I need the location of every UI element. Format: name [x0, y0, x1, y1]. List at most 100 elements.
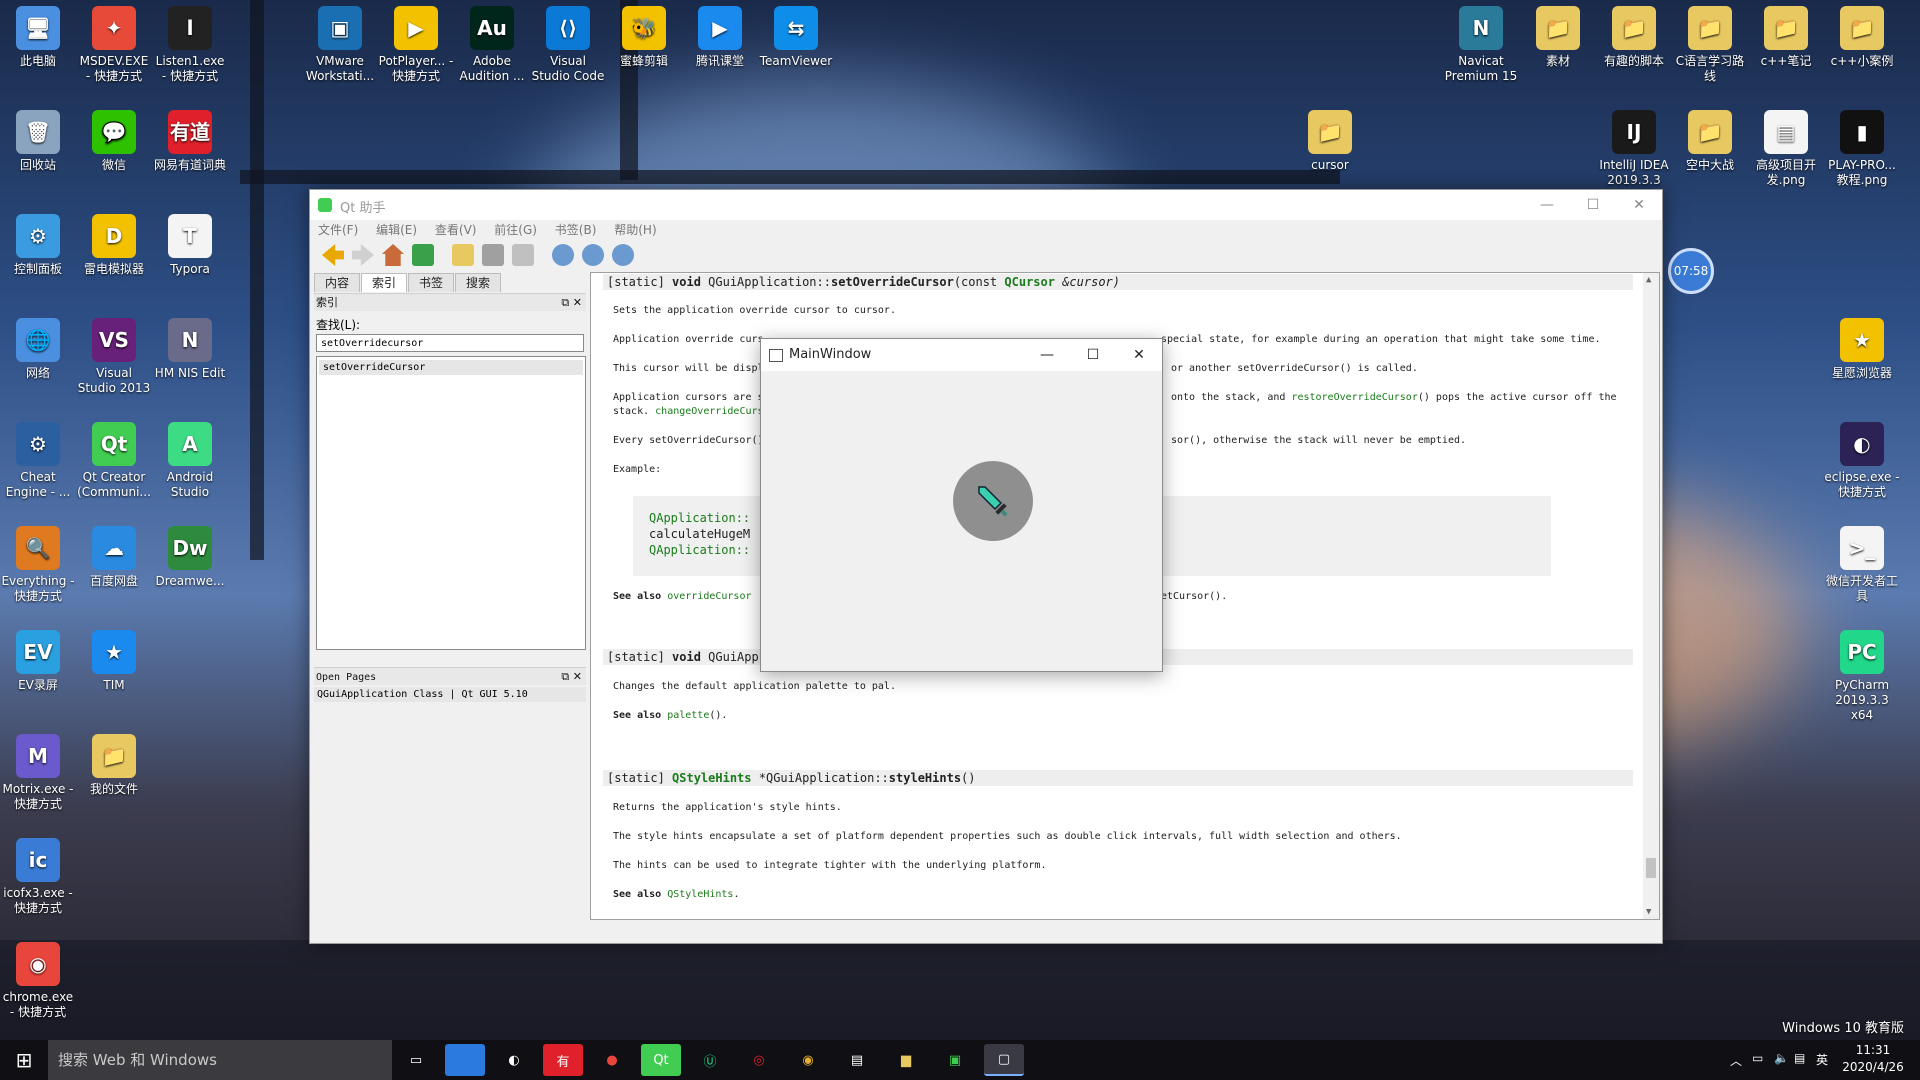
- desktop-icon[interactable]: 📁 c++笔记: [1748, 6, 1824, 69]
- network-icon[interactable]: ▭: [1752, 1051, 1763, 1065]
- task-view-icon[interactable]: ▭: [396, 1044, 436, 1076]
- desktop-icon[interactable]: ic icofx3.exe - 快捷方式: [0, 838, 76, 916]
- desktop-icon[interactable]: 📁 C语言学习路线: [1672, 6, 1748, 84]
- desktop-icon[interactable]: ◐ eclipse.exe - 快捷方式: [1824, 422, 1900, 500]
- desktop-icon[interactable]: VS Visual Studio 2013: [76, 318, 152, 396]
- desktop-icon[interactable]: PC PyCharm 2019.3.3 x64: [1824, 630, 1900, 723]
- menu-edit[interactable]: 编辑(E): [376, 220, 417, 240]
- taskbar-qt-assistant-icon[interactable]: ▣: [935, 1044, 975, 1076]
- desktop-icon[interactable]: EV EV录屏: [0, 630, 76, 693]
- desktop-icon[interactable]: M Motrix.exe - 快捷方式: [0, 734, 76, 812]
- qt-title-bar[interactable]: Qt 助手 — ☐ ✕: [310, 190, 1662, 220]
- desktop-icon[interactable]: ▮ PLAY-PRO... 教程.png: [1824, 110, 1900, 188]
- desktop-icon[interactable]: 💬 微信: [76, 110, 152, 173]
- change-override-cursor-link[interactable]: changeOverrideCurs: [655, 406, 763, 417]
- taskbar-file-explorer-icon[interactable]: ▆: [886, 1044, 926, 1076]
- find-icon[interactable]: [512, 244, 534, 266]
- taskbar-app-icon[interactable]: ◐: [494, 1044, 534, 1076]
- cursor-preview[interactable]: [953, 461, 1033, 541]
- list-item[interactable]: setOverrideCursor: [319, 360, 583, 375]
- minimize-button[interactable]: —: [1024, 339, 1070, 371]
- menu-help[interactable]: 帮助(H): [614, 220, 656, 240]
- desktop-icon[interactable]: ⚙ Cheat Engine - ...: [0, 422, 76, 500]
- restore-override-cursor-link[interactable]: restoreOverrideCursor: [1291, 392, 1417, 403]
- tab-search[interactable]: 搜索: [455, 273, 502, 292]
- desktop-icon[interactable]: 📁 我的文件: [76, 734, 152, 797]
- desktop-icon[interactable]: Dw Dreamwe...: [152, 526, 228, 589]
- main-window-title-bar[interactable]: MainWindow — ☐ ✕: [761, 339, 1162, 371]
- desktop-icon[interactable]: N Navicat Premium 15: [1443, 6, 1519, 84]
- input-language[interactable]: 英: [1816, 1051, 1828, 1068]
- start-button[interactable]: ⊞: [0, 1040, 48, 1080]
- scroll-up-icon[interactable]: ▲: [1646, 275, 1651, 285]
- minimize-button[interactable]: —: [1524, 190, 1570, 220]
- desktop-icon[interactable]: ✦ MSDEV.EXE - 快捷方式: [76, 6, 152, 84]
- menu-go[interactable]: 前往(G): [494, 220, 537, 240]
- type-link[interactable]: QCursor: [1004, 275, 1055, 289]
- menu-file[interactable]: 文件(F): [318, 220, 358, 240]
- taskbar-app-icon[interactable]: Ⓤ: [690, 1044, 730, 1076]
- print-icon[interactable]: [482, 244, 504, 266]
- home-icon[interactable]: [382, 244, 404, 266]
- sync-icon[interactable]: [412, 244, 434, 266]
- back-icon[interactable]: [322, 244, 344, 266]
- desktop-icon[interactable]: 🐝 蜜蜂剪辑: [606, 6, 682, 69]
- desktop-icon[interactable]: 🌐 网络: [0, 318, 76, 381]
- maximize-button[interactable]: ☐: [1570, 190, 1616, 220]
- forward-icon[interactable]: [352, 244, 374, 266]
- desktop-icon[interactable]: ⟨⟩ Visual Studio Code: [530, 6, 606, 84]
- desktop-icon[interactable]: ▤ 高级项目开发.png: [1748, 110, 1824, 188]
- clock[interactable]: 11:31 2020/4/26: [1838, 1042, 1908, 1076]
- index-search-input[interactable]: setOverridecursor: [316, 334, 584, 352]
- timer-badge[interactable]: 07:58: [1668, 248, 1714, 294]
- close-button[interactable]: ✕: [1116, 339, 1162, 371]
- menu-view[interactable]: 查看(V): [435, 220, 477, 240]
- volume-icon[interactable]: 🔈: [1774, 1051, 1789, 1065]
- desktop-icon[interactable]: ★ TIM: [76, 630, 152, 693]
- scrollbar-thumb[interactable]: [1646, 858, 1656, 878]
- desktop-icon[interactable]: >_ 微信开发者工具: [1824, 526, 1900, 604]
- taskbar-app-icon[interactable]: [445, 1044, 485, 1076]
- taskbar-netease-music-icon[interactable]: ◎: [739, 1044, 779, 1076]
- type-link[interactable]: QStyleHints: [672, 771, 751, 785]
- notification-icon[interactable]: ▤: [1794, 1051, 1805, 1065]
- palette-link[interactable]: palette: [667, 710, 709, 721]
- desktop-icon[interactable]: ⚙ 控制面板: [0, 214, 76, 277]
- desktop-icon[interactable]: 有道 网易有道词典: [152, 110, 228, 173]
- desktop-icon[interactable]: ▣ VMware Workstati...: [302, 6, 378, 84]
- style-hints-link[interactable]: QStyleHints: [667, 889, 733, 900]
- desktop-icon[interactable]: 🖥 此电脑: [0, 6, 76, 69]
- taskbar-qt-creator-icon[interactable]: Qt: [641, 1044, 681, 1076]
- desktop-icon[interactable]: 🔍 Everything - 快捷方式: [0, 526, 76, 604]
- vertical-scrollbar[interactable]: ▲ ▼: [1643, 273, 1659, 919]
- desktop-icon[interactable]: 📁 c++小案例: [1824, 6, 1900, 69]
- tab-contents[interactable]: 内容: [314, 273, 361, 292]
- close-button[interactable]: ✕: [1616, 190, 1662, 220]
- desktop-icon[interactable]: D 雷电模拟器: [76, 214, 152, 277]
- override-cursor-link[interactable]: overrideCursor: [667, 591, 751, 602]
- scroll-down-icon[interactable]: ▼: [1646, 907, 1651, 917]
- desktop-icon[interactable]: ⇆ TeamViewer: [758, 6, 834, 69]
- taskbar-search-input[interactable]: 搜索 Web 和 Windows: [48, 1040, 392, 1080]
- desktop-icon[interactable]: N HM NIS Edit: [152, 318, 228, 381]
- desktop-icon[interactable]: 🗑 回收站: [0, 110, 76, 173]
- desktop-icon[interactable]: T Typora: [152, 214, 228, 277]
- desktop-icon[interactable]: 📁 空中大战: [1672, 110, 1748, 173]
- desktop-icon[interactable]: ◉ chrome.exe - 快捷方式: [0, 942, 76, 1020]
- zoom-out-icon[interactable]: [582, 244, 604, 266]
- desktop-icon[interactable]: 📁 cursor: [1292, 110, 1368, 173]
- desktop-icon[interactable]: ▶ 腾讯课堂: [682, 6, 758, 69]
- menu-bookmarks[interactable]: 书签(B): [555, 220, 597, 240]
- desktop-icon[interactable]: A Android Studio: [152, 422, 228, 500]
- copy-icon[interactable]: [452, 244, 474, 266]
- taskbar-app-icon[interactable]: ●: [592, 1044, 632, 1076]
- tray-chevron-icon[interactable]: ︿: [1730, 1052, 1742, 1069]
- pane-float-close-icon[interactable]: ⧉ ✕: [561, 294, 582, 311]
- list-item[interactable]: QGuiApplication Class | Qt GUI 5.10: [314, 687, 586, 702]
- maximize-button[interactable]: ☐: [1070, 339, 1116, 371]
- taskbar-main-window-icon[interactable]: ▢: [984, 1044, 1024, 1076]
- desktop-icon[interactable]: 📁 有趣的脚本: [1596, 6, 1672, 69]
- desktop-icon[interactable]: ★ 星愿浏览器: [1824, 318, 1900, 381]
- desktop-icon[interactable]: ▶ PotPlayer... - 快捷方式: [378, 6, 454, 84]
- desktop-icon[interactable]: ☁ 百度网盘: [76, 526, 152, 589]
